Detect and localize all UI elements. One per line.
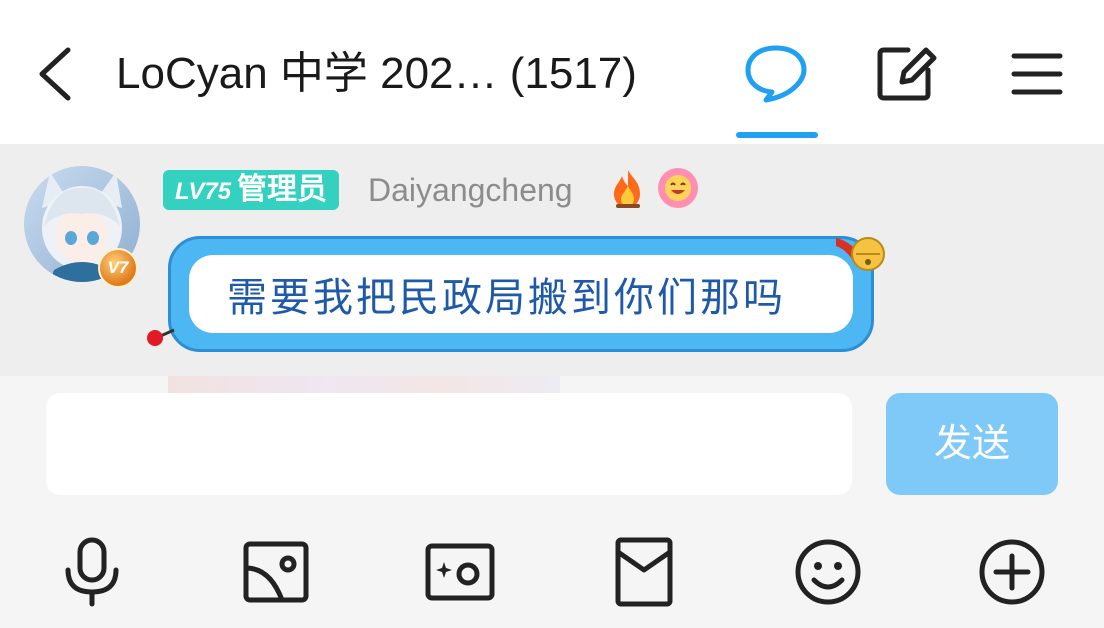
menu-button[interactable] <box>998 38 1074 110</box>
microphone-icon <box>65 537 119 607</box>
chat-header: LoCyan 中学 202… (1517) <box>0 0 1104 144</box>
group-title[interactable]: LoCyan 中学 202… (1517) <box>116 44 637 104</box>
camera-button[interactable] <box>422 534 498 610</box>
menu-icon <box>1011 53 1063 95</box>
chat-bubble-icon <box>745 45 807 103</box>
voice-button[interactable] <box>54 534 130 610</box>
image-icon <box>243 541 309 603</box>
edit-icon <box>877 47 937 101</box>
bubble-pin-icon <box>147 328 175 346</box>
message-list[interactable]: V7 LV75 管理员 Daiyangcheng 需要我把民政局搬到你们那吗 <box>0 144 1104 376</box>
emoji-icon <box>795 539 861 605</box>
message-bubble[interactable]: 需要我把民政局搬到你们那吗 <box>168 236 874 352</box>
bell-icon <box>836 237 885 271</box>
vip-badge: V7 <box>98 248 138 288</box>
back-icon <box>39 47 71 101</box>
message-bubble-inner: 需要我把民政局搬到你们那吗 <box>189 255 853 333</box>
chat-tab[interactable] <box>738 38 814 110</box>
camera-icon <box>425 543 495 601</box>
more-button[interactable] <box>974 534 1050 610</box>
message-text: 需要我把民政局搬到你们那吗 <box>227 275 786 321</box>
emoji-button[interactable] <box>790 534 866 610</box>
fire-icon <box>614 170 640 208</box>
laughing-face-icon <box>658 168 698 208</box>
photo-button[interactable] <box>238 534 314 610</box>
role-label: 管理员 <box>237 173 328 206</box>
plus-icon <box>979 539 1045 605</box>
blurred-content <box>168 376 560 394</box>
level-label: LV75 <box>175 178 232 205</box>
edit-button[interactable] <box>868 38 944 110</box>
sender-nickname[interactable]: Daiyangcheng <box>368 170 573 210</box>
red-packet-button[interactable] <box>606 534 682 610</box>
active-tab-indicator <box>736 132 818 138</box>
send-button[interactable]: 发送 <box>886 393 1058 495</box>
red-packet-icon <box>615 537 673 607</box>
message-input[interactable] <box>46 393 852 495</box>
back-button[interactable] <box>30 44 86 104</box>
level-role-badge: LV75 管理员 <box>163 170 340 210</box>
